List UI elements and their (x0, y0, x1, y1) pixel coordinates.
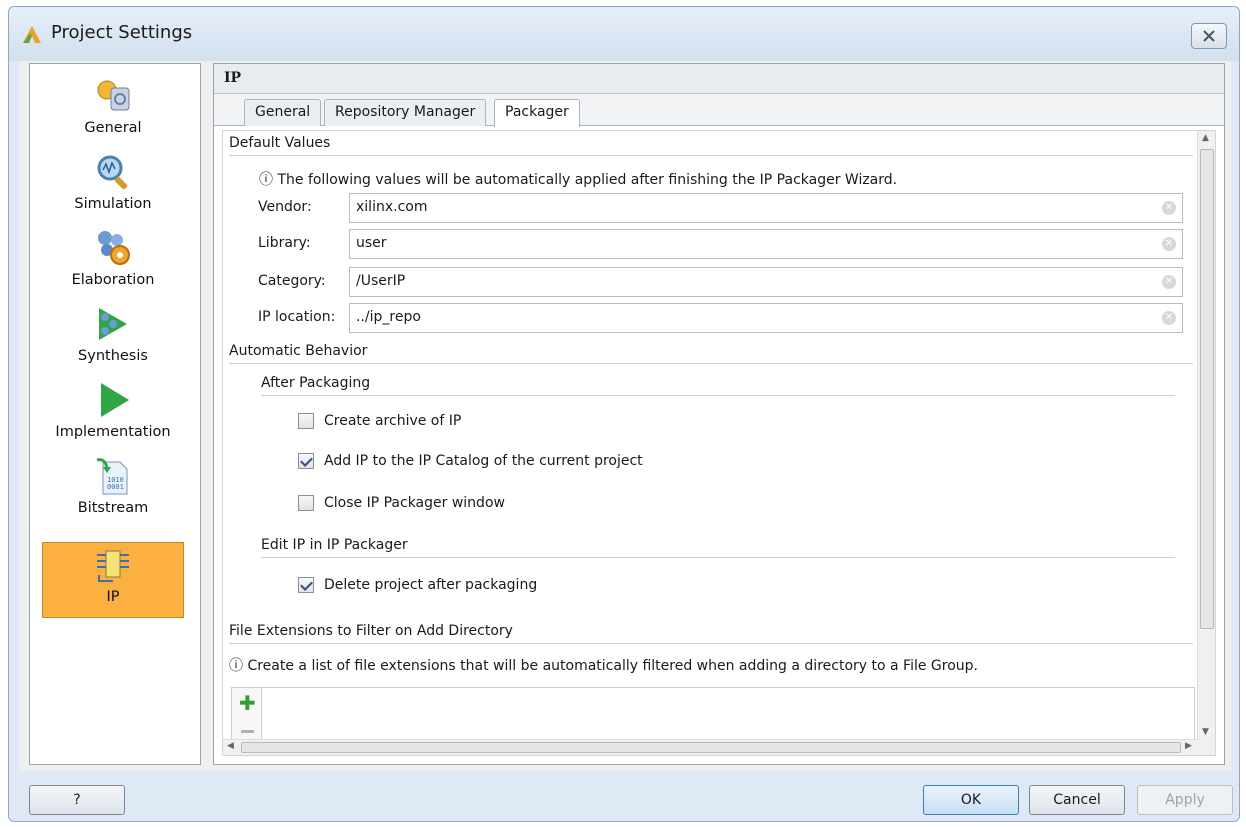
ip-chip-icon (97, 550, 129, 582)
svg-text:0001: 0001 (107, 483, 124, 491)
create-archive-checkbox[interactable] (298, 413, 314, 429)
add-icon[interactable]: ✚ (239, 693, 256, 713)
delete-project-checkbox[interactable] (298, 577, 314, 593)
scrollbar-thumb[interactable] (241, 742, 1181, 753)
after-packaging-heading: After Packaging (261, 375, 1175, 396)
panel-header: IP (214, 64, 1224, 94)
sidebar-item-synthesis[interactable]: Synthesis (42, 302, 184, 378)
info-icon: ⓘ (259, 172, 273, 188)
library-field[interactable]: user ✕ (349, 229, 1183, 259)
vendor-value: xilinx.com (356, 199, 428, 215)
close-button[interactable] (1191, 23, 1227, 49)
implementation-play-icon (101, 383, 129, 417)
synthesis-arrows-icon (99, 308, 127, 340)
close-packager-checkbox[interactable] (298, 495, 314, 511)
apply-button[interactable]: Apply (1137, 785, 1233, 815)
sidebar-item-label: Implementation (55, 424, 171, 440)
ip-location-value: ../ip_repo (356, 309, 421, 325)
delete-project-option[interactable]: Delete project after packaging (298, 577, 537, 593)
bitstream-file-icon: 1010 0001 (96, 458, 128, 495)
sidebar-item-general[interactable]: General (42, 74, 184, 150)
info-text: Create a list of file extensions that wi… (247, 658, 978, 674)
settings-panel: IP General Repository Manager Packager D… (213, 63, 1225, 765)
sidebar-item-label: Bitstream (77, 500, 149, 516)
checkbox-label: Close IP Packager window (324, 495, 505, 511)
ip-location-field[interactable]: ../ip_repo ✕ (349, 303, 1183, 333)
sidebar-item-elaboration[interactable]: Elaboration (42, 226, 184, 302)
info-icon: ⓘ (229, 658, 243, 674)
sidebar-item-label: Elaboration (71, 272, 155, 288)
close-packager-option[interactable]: Close IP Packager window (298, 495, 505, 511)
scroll-right-icon[interactable]: ▶ (1185, 741, 1192, 751)
elaboration-gears-icon (98, 231, 130, 265)
category-value: /UserIP (356, 273, 406, 289)
scrollbar-thumb[interactable] (1200, 149, 1214, 629)
info-text: The following values will be automatical… (277, 172, 898, 188)
horizontal-scrollbar[interactable]: ◀ ▶ (223, 739, 1199, 755)
default-values-info: ⓘ The following values will be automatic… (259, 169, 897, 189)
create-archive-option[interactable]: Create archive of IP (298, 413, 461, 429)
vendor-label: Vendor: (258, 199, 312, 215)
clear-icon[interactable]: ✕ (1162, 275, 1176, 289)
sidebar-item-simulation[interactable]: Simulation (42, 150, 184, 226)
clear-icon[interactable]: ✕ (1162, 201, 1176, 215)
general-settings-icon (97, 80, 130, 111)
clear-icon[interactable]: ✕ (1162, 311, 1176, 325)
cancel-button[interactable]: Cancel (1029, 785, 1125, 815)
file-extensions-info: ⓘ Create a list of file extensions that … (229, 655, 978, 675)
ip-location-label: IP location: (258, 309, 336, 325)
category-label: Category: (258, 273, 326, 289)
tab-repository-manager[interactable]: Repository Manager (324, 99, 487, 126)
tab-general[interactable]: General (244, 99, 322, 126)
close-icon (1203, 30, 1215, 42)
remove-icon[interactable] (241, 730, 254, 733)
tab-bar: General Repository Manager Packager (214, 94, 1224, 127)
scroll-down-icon[interactable]: ▼ (1202, 727, 1209, 737)
sidebar-item-label: IP (106, 589, 120, 605)
checkbox-label: Create archive of IP (324, 413, 462, 429)
vertical-scrollbar[interactable]: ▲ ▼ (1197, 131, 1215, 755)
add-to-catalog-checkbox[interactable] (298, 453, 314, 469)
sidebar-item-ip[interactable]: IP (42, 542, 184, 618)
help-button[interactable]: ? (29, 785, 125, 815)
packager-content: Default Values ⓘ The following values wi… (222, 130, 1216, 756)
sidebar-item-label: General (84, 120, 142, 136)
library-value: user (356, 235, 387, 251)
project-settings-dialog: Project Settings General Simulation Elab… (8, 6, 1240, 822)
edit-ip-heading: Edit IP in IP Packager (261, 537, 1175, 558)
checkbox-label: Delete project after packaging (324, 577, 538, 593)
simulation-magnifier-icon (97, 155, 128, 190)
vendor-field[interactable]: xilinx.com ✕ (349, 193, 1183, 223)
automatic-behavior-heading: Automatic Behavior (229, 343, 1193, 364)
add-to-catalog-option[interactable]: Add IP to the IP Catalog of the current … (298, 453, 643, 469)
vivado-logo-icon (23, 26, 41, 43)
default-values-heading: Default Values (229, 135, 1193, 156)
scroll-up-icon[interactable]: ▲ (1202, 133, 1209, 143)
sidebar-item-label: Synthesis (78, 348, 148, 364)
checkbox-label: Add IP to the IP Catalog of the current … (324, 453, 643, 469)
ok-button[interactable]: OK (923, 785, 1019, 815)
window-title: Project Settings (51, 22, 193, 43)
dialog-body: General Simulation Elaboration Synthesis… (19, 61, 1231, 771)
scroll-left-icon[interactable]: ◀ (227, 741, 234, 751)
title-bar: Project Settings (9, 7, 1239, 61)
library-label: Library: (258, 235, 311, 251)
clear-icon[interactable]: ✕ (1162, 237, 1176, 251)
settings-category-list: General Simulation Elaboration Synthesis… (29, 63, 201, 765)
sidebar-item-label: Simulation (74, 196, 152, 212)
page-title: IP (224, 70, 242, 86)
sidebar-item-implementation[interactable]: Implementation (42, 378, 184, 454)
category-field[interactable]: /UserIP ✕ (349, 267, 1183, 297)
tab-packager[interactable]: Packager (494, 99, 580, 127)
sidebar-item-bitstream[interactable]: 1010 0001 Bitstream (42, 454, 184, 530)
file-extensions-heading: File Extensions to Filter on Add Directo… (229, 623, 1193, 644)
